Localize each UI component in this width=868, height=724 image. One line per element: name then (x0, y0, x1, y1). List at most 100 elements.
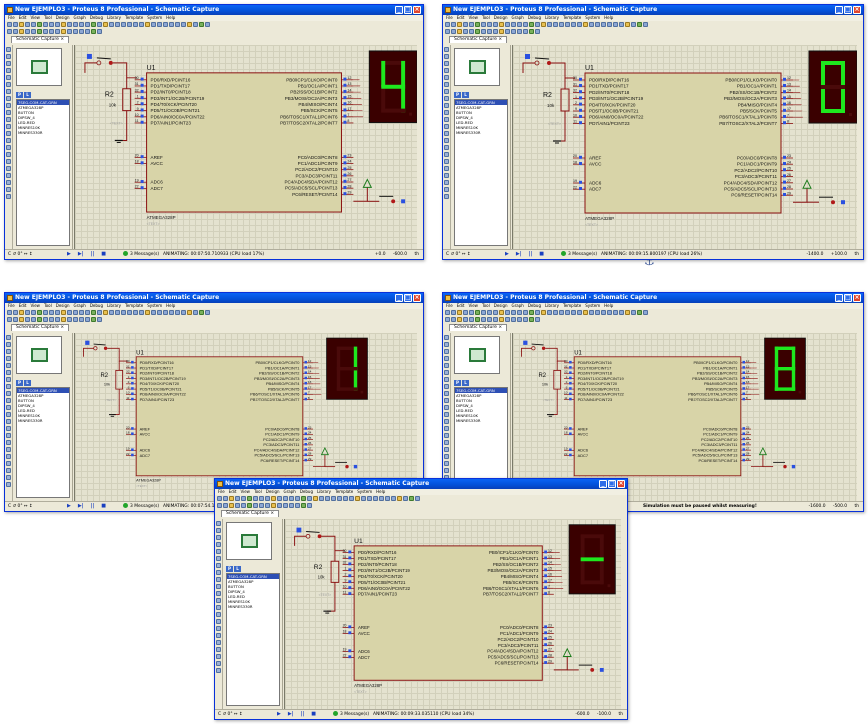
maximize-button[interactable]: □ (844, 294, 852, 302)
toolbar-icon[interactable] (223, 503, 228, 508)
toolbar-icon[interactable] (577, 22, 582, 27)
toolbar-icon[interactable] (7, 317, 12, 322)
overview-window[interactable] (454, 336, 500, 374)
toolbar-icon[interactable] (37, 310, 42, 315)
toolbar-icon[interactable] (637, 310, 642, 315)
toolbar-icon[interactable] (247, 503, 252, 508)
menu-item-graph[interactable]: Graph (512, 15, 524, 20)
toolbar-icon[interactable] (571, 22, 576, 27)
toolbar-icon[interactable] (475, 29, 480, 34)
toolbar-icon[interactable] (79, 310, 84, 315)
mode-tool-icon[interactable] (6, 145, 11, 150)
toolbar-icon[interactable] (325, 496, 330, 501)
mode-tool-icon[interactable] (444, 159, 449, 164)
device-list-item[interactable]: MINRES330R (17, 130, 69, 135)
library-button[interactable]: L (462, 380, 469, 386)
toolbar-icon[interactable] (73, 317, 78, 322)
toolbar-icon[interactable] (553, 22, 558, 27)
toolbar-icon[interactable] (73, 29, 78, 34)
title-bar[interactable]: New EJEMPLO3 - Proteus 8 Professional - … (5, 5, 423, 15)
toolbar-icon[interactable] (157, 310, 162, 315)
mode-tool-icon[interactable] (6, 82, 11, 87)
rotation-controls[interactable]: C ↺ 0° ↔ ↕ (218, 710, 243, 719)
toolbar-icon[interactable] (631, 310, 636, 315)
toolbar-icon[interactable] (487, 317, 492, 322)
toolbar-icon[interactable] (541, 310, 546, 315)
toolbar-icon[interactable] (133, 310, 138, 315)
schematic-sheet[interactable]: R2 10k <TEXT> U1 ATMEGA328P <TEXT> 30 PD0/RXD/P… (284, 519, 624, 709)
toolbar-icon[interactable] (517, 310, 522, 315)
menu-item-debug[interactable]: Debug (90, 303, 103, 308)
toolbar-icon[interactable] (613, 310, 618, 315)
mode-tool-icon[interactable] (6, 110, 11, 115)
menu-item-debug[interactable]: Debug (300, 489, 313, 494)
toolbar-icon[interactable] (31, 22, 36, 27)
mode-tool-icon[interactable] (216, 647, 221, 652)
toolbar-icon[interactable] (637, 22, 642, 27)
toolbar-icon[interactable] (79, 317, 84, 322)
mode-tool-icon[interactable] (216, 577, 221, 582)
menu-item-template[interactable]: Template (125, 15, 143, 20)
mode-tool-icon[interactable] (444, 103, 449, 108)
mode-tool-icon[interactable] (444, 145, 449, 150)
toolbar-icon[interactable] (523, 29, 528, 34)
mode-tool-icon[interactable] (6, 96, 11, 101)
toolbar-icon[interactable] (523, 22, 528, 27)
toolbar-icon[interactable] (73, 310, 78, 315)
mode-tool-icon[interactable] (6, 166, 11, 171)
menu-item-design[interactable]: Design (56, 303, 70, 308)
toolbar-icon[interactable] (409, 496, 414, 501)
mode-tool-icon[interactable] (6, 194, 11, 199)
vertical-scrollbar[interactable] (417, 333, 420, 501)
menu-item-help[interactable]: Help (604, 15, 613, 20)
maximize-button[interactable]: □ (844, 6, 852, 14)
mode-tool-icon[interactable] (444, 82, 449, 87)
toolbar-icon[interactable] (277, 496, 282, 501)
mode-tool-icon[interactable] (216, 591, 221, 596)
toolbar-icon[interactable] (445, 310, 450, 315)
toolbar-icon[interactable] (217, 503, 222, 508)
toolbar-icon[interactable] (85, 317, 90, 322)
close-button[interactable]: × (853, 294, 861, 302)
mode-tool-icon[interactable] (444, 131, 449, 136)
toolbar-icon[interactable] (43, 317, 48, 322)
mode-tool-icon[interactable] (6, 454, 11, 459)
toolbar-icon[interactable] (253, 496, 258, 501)
menu-item-library[interactable]: Library (545, 15, 559, 20)
title-bar[interactable]: New EJEMPLO3 - Proteus 8 Professional - … (215, 479, 627, 489)
close-button[interactable]: × (853, 6, 861, 14)
toolbar-icon[interactable] (319, 496, 324, 501)
toolbar-icon[interactable] (361, 496, 366, 501)
menu-item-edit[interactable]: Edit (19, 303, 27, 308)
mode-tool-icon[interactable] (6, 47, 11, 52)
mode-tool-icon[interactable] (216, 626, 221, 631)
toolbar-icon[interactable] (457, 29, 462, 34)
close-button[interactable]: × (413, 6, 421, 14)
toolbar-icon[interactable] (91, 310, 96, 315)
mode-tool-icon[interactable] (444, 187, 449, 192)
toolbar-icon[interactable] (97, 22, 102, 27)
maximize-button[interactable]: □ (404, 294, 412, 302)
mode-tool-icon[interactable] (6, 391, 11, 396)
tab-schematic-capture[interactable]: Schematic Capture × (449, 324, 508, 331)
toolbar-icon[interactable] (67, 29, 72, 34)
mode-tool-icon[interactable] (216, 654, 221, 659)
mode-tool-icon[interactable] (444, 426, 449, 431)
mode-tool-icon[interactable] (6, 405, 11, 410)
toolbar-icon[interactable] (565, 22, 570, 27)
menu-item-library[interactable]: Library (107, 303, 121, 308)
mode-tool-icon[interactable] (444, 356, 449, 361)
resistor-r2[interactable] (553, 369, 562, 390)
close-icon[interactable]: × (59, 325, 64, 330)
menu-item-view[interactable]: View (468, 15, 478, 20)
toolbar-icon[interactable] (61, 29, 66, 34)
toolbar-icon[interactable] (85, 310, 90, 315)
toolbar-icon[interactable] (535, 317, 540, 322)
toolbar-icon[interactable] (451, 317, 456, 322)
menu-item-system[interactable]: System (585, 303, 600, 308)
toolbar-icon[interactable] (349, 496, 354, 501)
play-button[interactable]: ▶ (67, 251, 71, 257)
mode-tool-icon[interactable] (6, 349, 11, 354)
toolbar-icon[interactable] (163, 22, 168, 27)
menu-item-edit[interactable]: Edit (229, 489, 237, 494)
